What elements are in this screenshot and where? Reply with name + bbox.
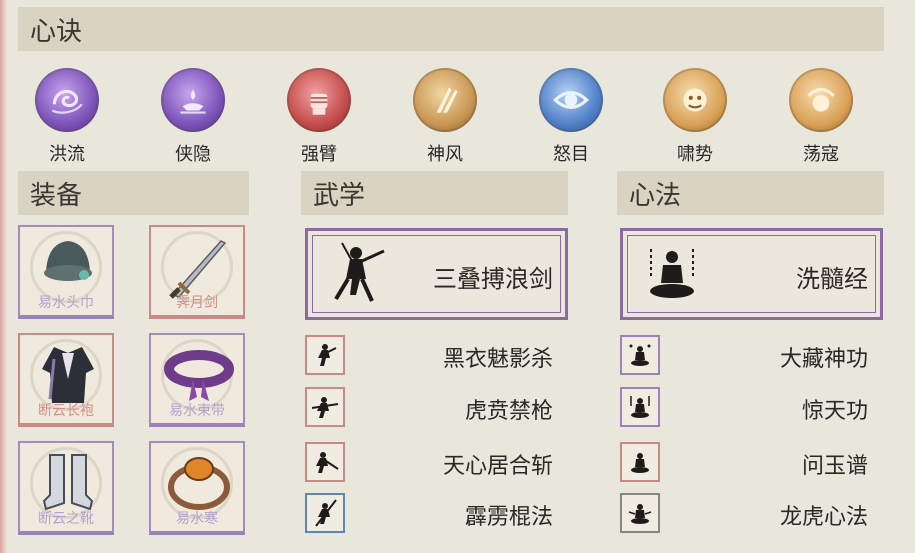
equip-slot-waist[interactable]: 易水束带 xyxy=(149,333,245,427)
equip-slot-body[interactable]: 断云长袍 xyxy=(18,333,114,427)
heart-method-item-name: 龙虎心法 xyxy=(779,505,868,530)
section-title-xinjue: 心诀 xyxy=(30,16,83,47)
equip-name: 断云长袍 xyxy=(38,403,94,419)
belt-icon xyxy=(164,350,234,401)
iaido-figure-icon xyxy=(305,442,345,482)
skill-label: 洪流 xyxy=(49,144,85,165)
eye-icon xyxy=(539,68,603,132)
section-header-equipment: 装备 xyxy=(18,171,249,215)
equip-name: 易水束带 xyxy=(169,403,225,419)
skill-shenfeng[interactable]: 神风 xyxy=(410,68,480,166)
heart-method-main-card[interactable]: 洗髓经 xyxy=(620,228,883,320)
ninja-figure-icon xyxy=(305,335,345,375)
martial-item[interactable]: 天心居合斩 xyxy=(305,442,553,482)
heart-method-item[interactable]: 大藏神功 xyxy=(620,335,868,375)
skill-label: 怒目 xyxy=(553,144,589,165)
equip-name: 易水头巾 xyxy=(38,295,94,311)
equip-slot-feet[interactable]: 断云之靴 xyxy=(18,441,114,535)
lamp-icon xyxy=(161,68,225,132)
martial-item[interactable]: 黑衣魅影杀 xyxy=(305,335,553,375)
skill-label: 啸势 xyxy=(677,144,713,165)
martial-main-title: 三叠搏浪剑 xyxy=(433,265,553,293)
robe-icon xyxy=(42,347,94,403)
skill-xiayin[interactable]: 侠隐 xyxy=(158,68,228,166)
section-header-xinjue: 心诀 xyxy=(18,7,884,51)
skill-label: 荡寇 xyxy=(803,144,839,165)
skill-label: 强臂 xyxy=(301,144,337,165)
section-title-martial: 武学 xyxy=(313,180,366,211)
swordsman-figure-icon xyxy=(334,242,385,302)
martial-item[interactable]: 霹雳棍法 xyxy=(305,493,553,533)
spearman-figure-icon xyxy=(305,387,345,427)
heart-method-item[interactable]: 惊天功 xyxy=(620,387,868,427)
left-edge-decoration xyxy=(0,0,7,553)
beast-face-icon xyxy=(663,68,727,132)
meditation-icon xyxy=(620,335,660,375)
martial-item-name: 虎贲禁枪 xyxy=(464,399,553,424)
martial-main-card[interactable]: 三叠搏浪剑 xyxy=(305,228,568,320)
martial-item-name: 天心居合斩 xyxy=(442,454,553,479)
fist-icon xyxy=(287,68,351,132)
staff-fighter-icon xyxy=(305,493,345,533)
skill-qiangbi[interactable]: 强臂 xyxy=(284,68,354,166)
equip-name: 易水寒 xyxy=(176,511,218,527)
martial-item[interactable]: 虎贲禁枪 xyxy=(305,387,553,427)
section-title-equipment: 装备 xyxy=(30,180,83,211)
skill-dangkou[interactable]: 荡寇 xyxy=(786,68,856,166)
wave-swirl-icon xyxy=(35,68,99,132)
bracelet-icon xyxy=(168,457,230,510)
swirl-orb-icon xyxy=(789,68,853,132)
equip-name: 霁月剑 xyxy=(176,295,218,311)
skill-label: 神风 xyxy=(427,144,463,165)
heart-method-item[interactable]: 龙虎心法 xyxy=(620,493,868,533)
heart-method-item-name: 惊天功 xyxy=(801,399,868,424)
sword-icon xyxy=(169,240,227,299)
skill-numu[interactable]: 怒目 xyxy=(536,68,606,166)
headscarf-icon xyxy=(44,241,92,281)
heart-method-main-title: 洗髓经 xyxy=(796,265,868,293)
martial-item-name: 黑衣魅影杀 xyxy=(442,347,553,372)
meditation-icon xyxy=(620,493,660,533)
heart-method-item-name: 大藏神功 xyxy=(779,347,868,372)
section-header-heart-method: 心法 xyxy=(617,171,884,215)
skill-xiaoshi[interactable]: 啸势 xyxy=(660,68,730,166)
boots-icon xyxy=(42,454,94,511)
section-header-martial: 武学 xyxy=(301,171,568,215)
equip-name: 断云之靴 xyxy=(38,511,94,527)
equip-slot-accessory[interactable]: 易水寒 xyxy=(149,441,245,535)
heart-method-item-name: 问玉谱 xyxy=(801,454,868,479)
skill-label: 侠隐 xyxy=(175,144,211,165)
meditating-monk-icon xyxy=(650,249,694,298)
equip-slot-weapon[interactable]: 霁月剑 xyxy=(149,225,245,319)
meditation-icon xyxy=(620,387,660,427)
section-title-heart-method: 心法 xyxy=(629,180,682,211)
martial-item-name: 霹雳棍法 xyxy=(464,505,553,530)
heart-method-item[interactable]: 问玉谱 xyxy=(620,442,868,482)
skill-hongliu[interactable]: 洪流 xyxy=(32,68,102,166)
equip-slot-head[interactable]: 易水头巾 xyxy=(18,225,114,319)
meditation-icon xyxy=(620,442,660,482)
blades-icon xyxy=(413,68,477,132)
